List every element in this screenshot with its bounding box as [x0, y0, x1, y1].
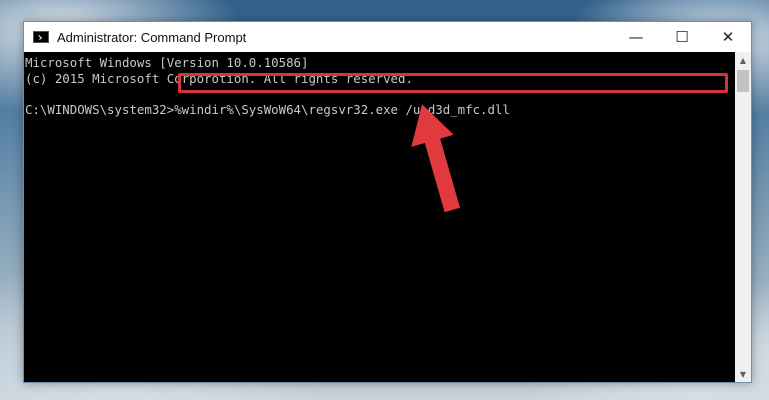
command-highlight-box: [178, 73, 728, 93]
maximize-button[interactable]: ☐: [659, 22, 705, 52]
prompt-text: C:\WINDOWS\system32>: [25, 101, 175, 117]
command-line: C:\WINDOWS\system32>%windir%\SysWoW64\re…: [25, 102, 735, 118]
window-controls: — ☐ ✕: [613, 22, 751, 52]
console-output[interactable]: Microsoft Windows [Version 10.0.10586] (c…: [24, 52, 735, 382]
cmd-icon: [33, 31, 49, 43]
command-prompt-window[interactable]: Administrator: Command Prompt — ☐ ✕ Micr…: [23, 21, 752, 383]
close-button[interactable]: ✕: [705, 22, 751, 52]
title-bar[interactable]: Administrator: Command Prompt — ☐ ✕: [24, 22, 751, 52]
version-line: Microsoft Windows [Version 10.0.10586]: [25, 55, 309, 70]
red-arrow-icon: [411, 104, 461, 213]
vertical-scrollbar[interactable]: ▲ ▼: [735, 52, 751, 382]
minimize-button[interactable]: —: [613, 22, 659, 52]
scroll-down-icon[interactable]: ▼: [735, 366, 751, 382]
window-title: Administrator: Command Prompt: [57, 29, 247, 45]
scroll-up-icon[interactable]: ▲: [735, 52, 751, 68]
scroll-thumb[interactable]: [737, 70, 749, 92]
